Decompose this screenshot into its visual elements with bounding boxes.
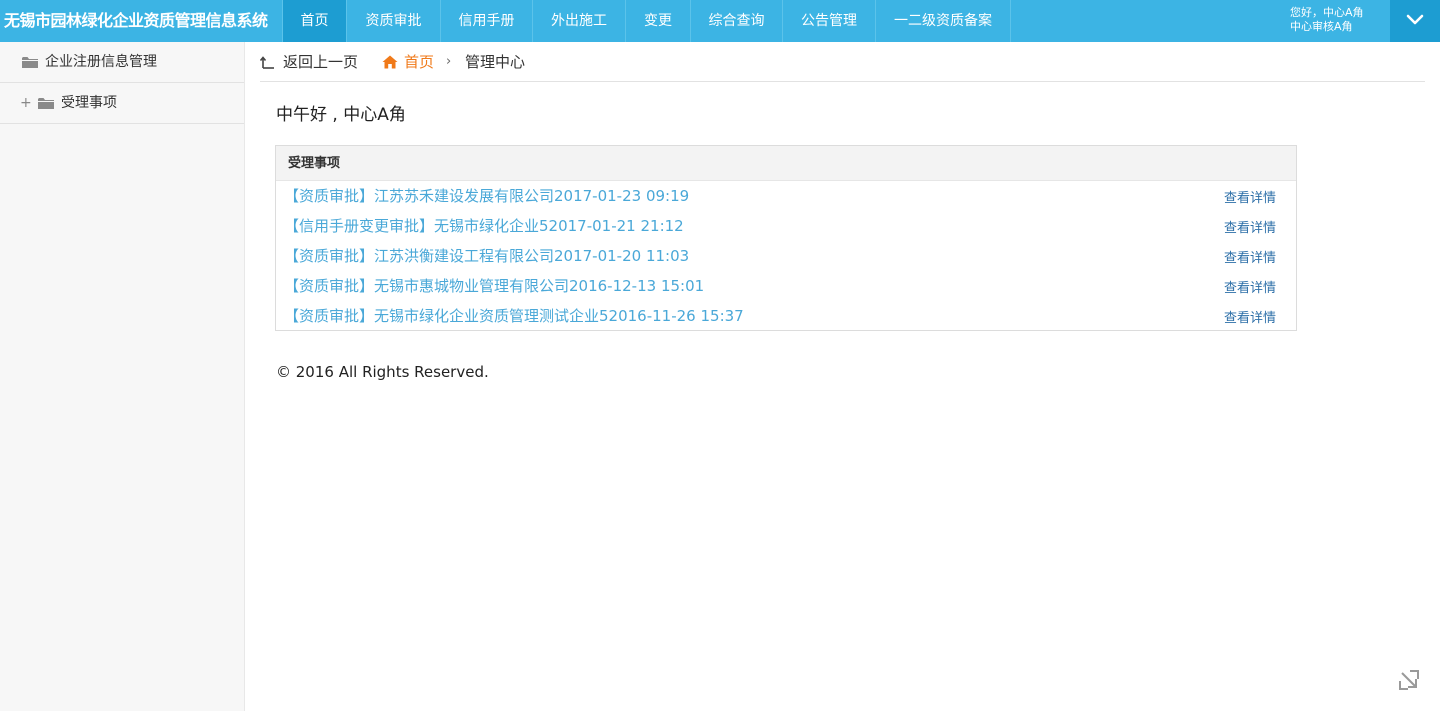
back-label: 返回上一页 <box>283 53 359 71</box>
nav-item-announcements[interactable]: 公告管理 <box>782 0 875 42</box>
view-detail-link[interactable]: 查看详情 <box>1224 247 1276 266</box>
item-title-link[interactable]: 【资质审批】江苏苏禾建设发展有限公司2017-01-23 09:19 <box>284 185 689 206</box>
nav-item-change[interactable]: 变更 <box>625 0 690 42</box>
item-title-link[interactable]: 【信用手册变更审批】无锡市绿化企业52017-01-21 21:12 <box>284 215 684 236</box>
page-greeting: 中午好 , 中心A角 <box>276 105 406 125</box>
breadcrumb-current: 管理中心 <box>465 53 526 71</box>
accepted-matters-panel: 受理事项 【资质审批】江苏苏禾建设发展有限公司2017-01-23 09:19 … <box>275 145 1297 331</box>
list-item: 【资质审批】江苏苏禾建设发展有限公司2017-01-23 09:19 查看详情 <box>276 181 1296 211</box>
view-detail-link[interactable]: 查看详情 <box>1224 307 1276 326</box>
chevron-down-icon <box>1406 14 1424 25</box>
top-navbar: 无锡市园林绿化企业资质管理信息系统 首页 资质审批 信用手册 外出施工 变更 综… <box>0 0 1440 42</box>
list-item: 【资质审批】无锡市绿化企业资质管理测试企业52016-11-26 15:37 查… <box>276 301 1296 331</box>
sidebar-item-accepted-matters[interactable]: + 受理事项 <box>0 83 244 124</box>
item-title-link[interactable]: 【资质审批】无锡市绿化企业资质管理测试企业52016-11-26 15:37 <box>284 305 744 326</box>
nav-item-qualification-filing[interactable]: 一二级资质备案 <box>875 0 1011 42</box>
user-menu-toggle[interactable] <box>1390 0 1440 42</box>
sidebar-item-label: 企业注册信息管理 <box>45 54 157 70</box>
sidebar: 企业注册信息管理 + 受理事项 <box>0 42 245 711</box>
nav-item-credit-handbook[interactable]: 信用手册 <box>440 0 532 42</box>
app-title: 无锡市园林绿化企业资质管理信息系统 <box>4 11 268 30</box>
item-title-link[interactable]: 【资质审批】无锡市惠城物业管理有限公司2016-12-13 15:01 <box>284 275 704 296</box>
breadcrumb-separator: › <box>446 54 452 69</box>
list-item: 【信用手册变更审批】无锡市绿化企业52017-01-21 21:12 查看详情 <box>276 211 1296 241</box>
user-greeting: 您好，中心A角 <box>1290 6 1364 19</box>
expand-icon[interactable]: + <box>20 83 32 124</box>
nav-item-external-construction[interactable]: 外出施工 <box>532 0 625 42</box>
user-role: 中心审核A角 <box>1290 20 1353 33</box>
item-title-link[interactable]: 【资质审批】江苏洪衡建设工程有限公司2017-01-20 11:03 <box>284 245 689 266</box>
user-info: 您好，中心A角 中心审核A角 <box>1290 6 1388 34</box>
view-detail-link[interactable]: 查看详情 <box>1224 217 1276 236</box>
folder-icon <box>38 98 54 109</box>
resize-icon[interactable] <box>1398 669 1420 691</box>
list-item: 【资质审批】无锡市惠城物业管理有限公司2016-12-13 15:01 查看详情 <box>276 271 1296 301</box>
breadcrumb: 返回上一页 首页 › 管理中心 <box>260 42 1425 82</box>
view-detail-link[interactable]: 查看详情 <box>1224 187 1276 206</box>
sidebar-item-label: 受理事项 <box>61 95 117 111</box>
sidebar-item-enterprise-registration[interactable]: 企业注册信息管理 <box>0 42 244 83</box>
home-icon <box>382 55 398 69</box>
nav-item-comprehensive-query[interactable]: 综合查询 <box>690 0 782 42</box>
nav-item-qualification-approval[interactable]: 资质审批 <box>346 0 440 42</box>
view-detail-link[interactable]: 查看详情 <box>1224 277 1276 296</box>
back-arrow-icon <box>260 56 274 69</box>
list-item: 【资质审批】江苏洪衡建设工程有限公司2017-01-20 11:03 查看详情 <box>276 241 1296 271</box>
main-nav: 首页 资质审批 信用手册 外出施工 变更 综合查询 公告管理 一二级资质备案 <box>282 0 1011 42</box>
home-label: 首页 <box>404 53 435 71</box>
nav-item-home[interactable]: 首页 <box>282 0 346 42</box>
copyright: © 2016 All Rights Reserved. <box>276 363 489 381</box>
folder-icon <box>22 57 38 68</box>
panel-title: 受理事项 <box>276 146 1296 181</box>
